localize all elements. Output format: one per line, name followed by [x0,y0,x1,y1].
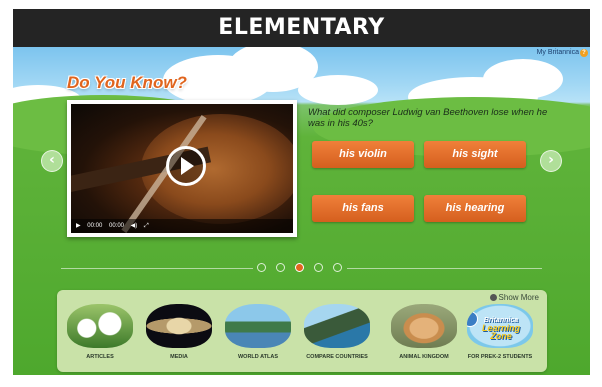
category-media[interactable]: MEDIA [144,304,214,360]
page-title: ELEMENTARY [13,9,590,47]
carousel-dot-5[interactable] [333,263,342,272]
flowers-image [67,304,133,348]
time-elapsed: 00:00 [87,223,103,229]
category-label: ARTICLES [86,354,114,360]
answer-button-fans[interactable]: his fans [312,195,414,222]
category-label: FOR PREK-2 STUDENTS [467,354,533,360]
divider-line [61,268,253,269]
main-banner: My Britannica? Do You Know? ▶ 00:00 00:0… [13,47,590,375]
cloud-decoration [298,75,378,105]
category-label: WORLD ATLAS [237,354,279,360]
landscape-image [225,304,291,348]
carousel-dot-2[interactable] [276,263,285,272]
divider-line [347,268,542,269]
mountains-image [304,304,370,348]
category-compare-countries[interactable]: COMPARE COUNTRIES [302,304,372,360]
show-more-button[interactable]: Show More [489,293,539,302]
carousel-dot-1[interactable] [257,263,266,272]
categories-panel: Show More ARTICLES MEDIA WORLD ATLAS COM… [57,290,547,372]
video-player[interactable]: ▶ 00:00 00:00 ◀) ⤢ [67,100,297,237]
answer-button-violin[interactable]: his violin [312,141,414,168]
category-world-atlas[interactable]: WORLD ATLAS [223,304,293,360]
video-frame: ▶ 00:00 00:00 ◀) ⤢ [71,104,293,233]
show-more-label: Show More [498,293,539,302]
lion-image [391,304,457,348]
category-label: COMPARE COUNTRIES [306,354,368,360]
carousel-prev-button[interactable]: ‹ [41,150,63,172]
cloud-decoration [483,59,563,99]
quiz-heading: Do You Know? [67,73,187,92]
video-controls: ▶ 00:00 00:00 ◀) ⤢ [71,219,293,233]
help-icon: ? [580,49,588,57]
learning-zone-wordmark: BritannicaLearningZone [482,317,521,341]
category-label: MEDIA [170,354,188,360]
time-total: 00:00 [108,223,124,229]
category-label: ANIMAL KINGDOM [399,354,449,360]
saturn-image [146,304,212,348]
quiz-question: What did composer Ludwig van Beethoven l… [308,107,548,129]
my-britannica-link[interactable]: My Britannica? [537,49,588,57]
answer-button-hearing[interactable]: his hearing [424,195,526,222]
carousel-next-button[interactable]: › [540,150,562,172]
answer-button-sight[interactable]: his sight [424,141,526,168]
category-prek-2[interactable]: Britannica Learning Zone FOR PREK-2 STUDEN… [465,304,535,360]
play-button[interactable] [166,146,206,186]
fullscreen-icon[interactable]: ⤢ [144,223,149,229]
category-animal-kingdom[interactable]: ANIMAL KINGDOM [389,304,459,360]
carousel-dot-3[interactable] [295,263,304,272]
gear-icon [489,294,497,301]
carousel-dot-4[interactable] [314,263,323,272]
page: ELEMENTARY My Britannica? Do You Know? ▶… [0,0,602,387]
learning-zone-logo-text: Britannica Learning Zone [475,314,527,342]
volume-icon[interactable]: ◀) [131,223,138,229]
my-britannica-label: My Britannica [536,49,579,56]
play-icon [181,157,194,175]
learning-zone-logo: Britannica Learning Zone [467,304,533,348]
svg-text:Zone: Zone [489,331,512,340]
category-articles[interactable]: ARTICLES [65,304,135,360]
play-small-icon[interactable]: ▶ [76,223,81,229]
